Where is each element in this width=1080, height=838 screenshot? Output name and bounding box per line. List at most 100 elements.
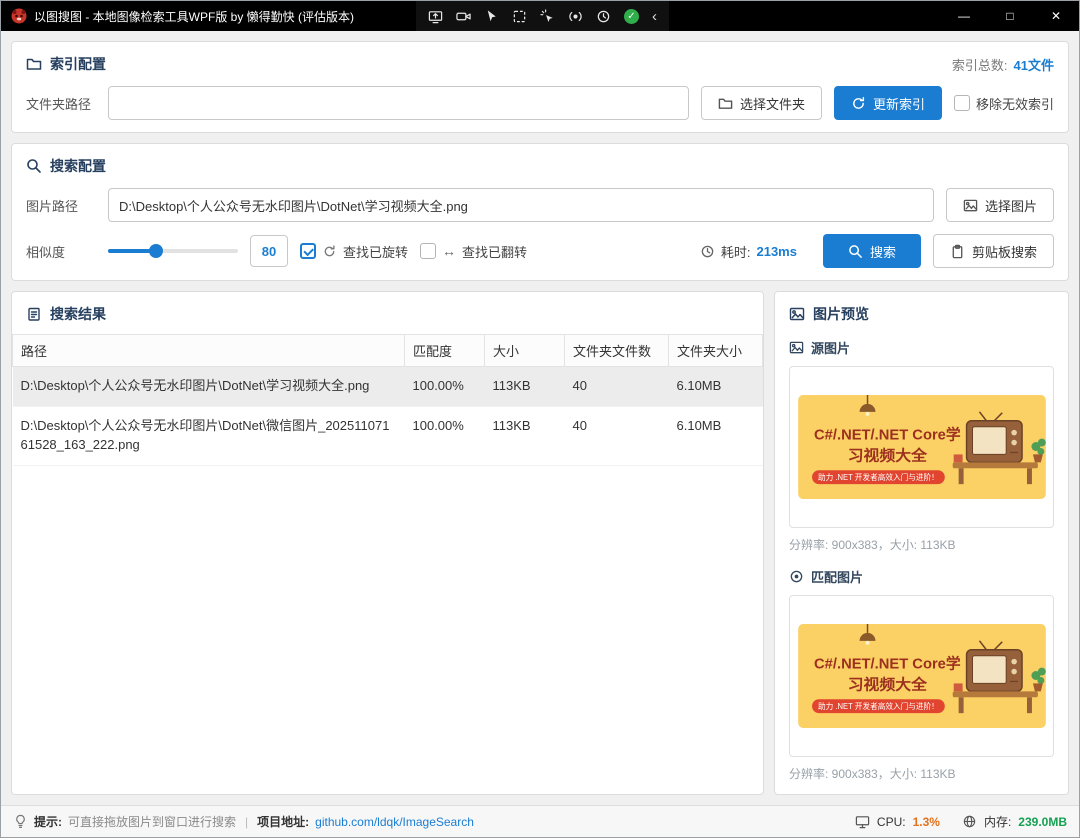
cell-path: D:\Desktop\个人公众号无水印图片\DotNet\学习视频大全.png <box>13 367 405 407</box>
matched-banner-image: C#/.NET/.NET Core学 习视频大全 助力 .NET 开发者高效入门… <box>798 624 1046 728</box>
window-title: 以图搜图 - 本地图像检索工具WPF版 by 懒得勤快 (评估版本) <box>34 8 354 25</box>
column-folder-size[interactable]: 文件夹大小 <box>669 335 763 367</box>
click-icon[interactable] <box>540 9 555 24</box>
confirm-icon[interactable]: ✓ <box>624 9 639 24</box>
elapsed-time: 耗时: 213ms <box>700 242 797 261</box>
tip-text: 可直接拖放图片到窗口进行搜索 <box>68 813 236 830</box>
flip-icon: ↔ <box>442 243 456 259</box>
lightbulb-icon <box>13 814 28 829</box>
clipboard-search-button[interactable]: 剪贴板搜索 <box>933 234 1054 268</box>
matched-image-label: 匹配图片 <box>811 567 863 586</box>
cpu-value: 1.3% <box>913 815 940 829</box>
checkbox-checked-icon <box>300 243 316 259</box>
cell-size: 113KB <box>485 406 565 465</box>
memory-label: 内存: <box>984 813 1011 830</box>
video-camera-icon[interactable] <box>456 9 471 24</box>
collapse-icon[interactable]: ‹ <box>652 9 657 24</box>
project-label: 项目地址: <box>257 813 309 830</box>
similarity-slider[interactable] <box>108 244 238 258</box>
search-results-panel: 搜索结果 路径 匹配度 大小 文件夹文件数 文件夹大小 <box>11 291 764 795</box>
banner-line2: 习视频大全 <box>847 446 927 464</box>
update-index-label: 更新索引 <box>873 94 925 113</box>
search-icon <box>848 244 863 259</box>
banner-ribbon-text: 助力 .NET 开发者高效入门与进阶！ <box>818 472 939 482</box>
maximize-button[interactable]: □ <box>987 1 1033 31</box>
image-icon <box>963 198 978 213</box>
source-banner-image: C#/.NET/.NET Core学 习视频大全 助力 .NET 开发者高效入门… <box>798 395 1046 499</box>
cursor-icon[interactable] <box>484 9 499 24</box>
matched-image-info: 分辨率: 900x383，大小: 113KB <box>789 765 1054 782</box>
project-link[interactable]: github.com/ldqk/ImageSearch <box>315 815 474 829</box>
image-icon <box>789 340 804 355</box>
remove-invalid-label: 移除无效索引 <box>976 94 1054 113</box>
folder-path-input[interactable] <box>108 86 689 120</box>
update-index-button[interactable]: 更新索引 <box>834 86 942 120</box>
image-preview-title: 图片预览 <box>813 304 869 324</box>
search-results-title: 搜索结果 <box>50 304 106 324</box>
memory-icon <box>962 814 977 829</box>
region-select-icon[interactable] <box>512 9 527 24</box>
cpu-label: CPU: <box>877 815 906 829</box>
clipboard-search-label: 剪贴板搜索 <box>972 242 1037 261</box>
monitor-icon <box>855 814 870 829</box>
target-icon <box>789 569 804 584</box>
matched-image-heading: 匹配图片 <box>789 567 1054 586</box>
find-rotated-label: 查找已旋转 <box>343 242 408 261</box>
capture-toolbar: ✓ ‹ <box>416 1 669 31</box>
folder-path-label: 文件夹路径 <box>26 94 96 113</box>
clock-icon <box>700 244 715 259</box>
index-config-panel: 索引配置 索引总数: 41文件 文件夹路径 选择文件夹 更新索引 <box>11 41 1069 133</box>
search-config-title: 搜索配置 <box>50 156 106 176</box>
cell-size: 113KB <box>485 367 565 407</box>
source-image-preview[interactable]: C#/.NET/.NET Core学 习视频大全 助力 .NET 开发者高效入门… <box>789 366 1054 528</box>
cell-path: D:\Desktop\个人公众号无水印图片\DotNet\微信图片_202511… <box>13 406 405 465</box>
elapsed-label: 耗时: <box>721 242 751 261</box>
find-flipped-option[interactable]: ↔ 查找已翻转 <box>420 242 527 261</box>
column-size[interactable]: 大小 <box>485 335 565 367</box>
matched-image-preview[interactable]: C#/.NET/.NET Core学 习视频大全 助力 .NET 开发者高效入门… <box>789 595 1054 757</box>
separator: | <box>245 815 248 829</box>
column-match[interactable]: 匹配度 <box>405 335 485 367</box>
clipboard-icon <box>950 244 965 259</box>
image-path-label: 图片路径 <box>26 196 96 215</box>
source-image-info: 分辨率: 900x383，大小: 113KB <box>789 536 1054 553</box>
cell-folder-size: 6.10MB <box>669 406 763 465</box>
search-button[interactable]: 搜索 <box>823 234 921 268</box>
banner-ribbon-text: 助力 .NET 开发者高效入门与进阶！ <box>818 701 939 711</box>
find-flipped-label: 查找已翻转 <box>462 242 527 261</box>
minimize-button[interactable]: — <box>941 1 987 31</box>
similarity-label: 相似度 <box>26 242 96 261</box>
table-header-row: 路径 匹配度 大小 文件夹文件数 文件夹大小 <box>13 335 763 367</box>
search-button-label: 搜索 <box>870 242 896 261</box>
table-row[interactable]: D:\Desktop\个人公众号无水印图片\DotNet\学习视频大全.png … <box>13 367 763 407</box>
find-rotated-option[interactable]: 查找已旋转 <box>300 242 408 261</box>
remove-invalid-checkbox[interactable]: 移除无效索引 <box>954 94 1054 113</box>
checkbox-icon <box>420 243 436 259</box>
column-file-count[interactable]: 文件夹文件数 <box>565 335 669 367</box>
timer-icon[interactable] <box>596 9 611 24</box>
index-total-label: 索引总数: <box>952 55 1008 74</box>
choose-image-button[interactable]: 选择图片 <box>946 188 1054 222</box>
search-icon <box>26 158 42 174</box>
folder-icon <box>26 56 42 72</box>
export-screen-icon[interactable] <box>428 9 443 24</box>
index-config-title: 索引配置 <box>50 54 106 74</box>
broadcast-icon[interactable] <box>568 9 583 24</box>
image-preview-panel: 图片预览 源图片 C#/.NET/.NET Core学 习视频大全 <box>774 291 1069 795</box>
similarity-value-box[interactable]: 80 <box>250 235 288 267</box>
close-button[interactable]: ✕ <box>1033 1 1079 31</box>
checkbox-icon <box>954 95 970 111</box>
image-icon <box>789 306 805 322</box>
list-icon <box>26 306 42 322</box>
app-window: 以图搜图 - 本地图像检索工具WPF版 by 懒得勤快 (评估版本) <box>0 0 1080 838</box>
table-row[interactable]: D:\Desktop\个人公众号无水印图片\DotNet\微信图片_202511… <box>13 406 763 465</box>
index-total-value: 41文件 <box>1014 55 1054 74</box>
main-content: 索引配置 索引总数: 41文件 文件夹路径 选择文件夹 更新索引 <box>1 31 1079 805</box>
app-icon <box>11 8 27 24</box>
column-path[interactable]: 路径 <box>13 335 405 367</box>
slider-thumb[interactable] <box>149 244 163 258</box>
image-path-input[interactable] <box>108 188 934 222</box>
cell-match: 100.00% <box>405 406 485 465</box>
choose-folder-button[interactable]: 选择文件夹 <box>701 86 822 120</box>
elapsed-value: 213ms <box>756 244 796 259</box>
